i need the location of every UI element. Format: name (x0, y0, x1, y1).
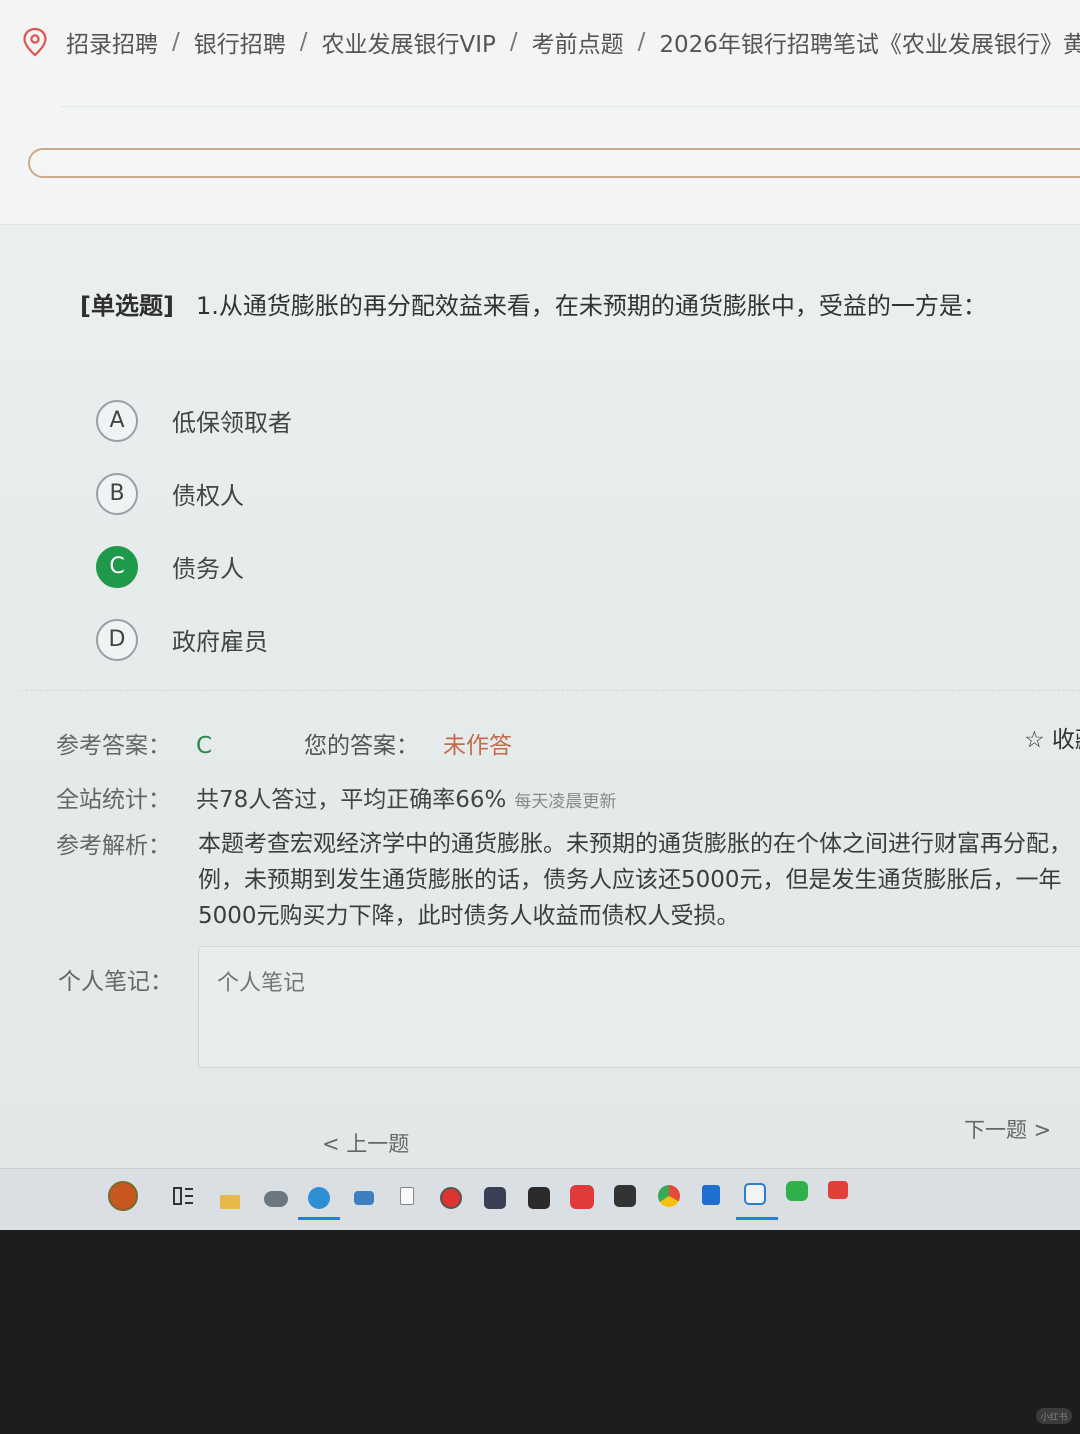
mail-icon[interactable] (354, 1191, 374, 1205)
taskbar (0, 1168, 1080, 1230)
stats-text: 共78人答过，平均正确率66% (196, 787, 507, 813)
option-d[interactable]: D 政府雇员 (96, 603, 292, 676)
question-text: 1.从通货膨胀的再分配效益来看，在未预期的通货膨胀中，受益的一方是： (195, 292, 987, 320)
section-divider (20, 690, 1080, 691)
option-letter: B (96, 472, 138, 515)
netease-music-icon[interactable] (570, 1185, 594, 1209)
option-b[interactable]: B 债权人 (96, 457, 292, 530)
answer-row: 参考答案： C 您的答案： 未作答 (56, 726, 512, 760)
watermark-logo: 小红书 (1036, 1408, 1072, 1424)
cloud-app-icon[interactable] (264, 1191, 288, 1207)
reference-answer-value: C (196, 733, 213, 759)
breadcrumb-separator: / (509, 29, 518, 55)
stats-label: 全站统计： (56, 787, 171, 813)
option-c[interactable]: C 债务人 (96, 530, 292, 603)
breadcrumb-item-current: 2026年银行招聘笔试《农业发展银行》黄金押题 (659, 32, 1080, 58)
breadcrumb: 招录招聘 / 银行招聘 / 农业发展银行VIP / 考前点题 / 2026年银行… (22, 22, 1080, 62)
start-orb-icon[interactable] (108, 1181, 138, 1211)
progress-bar (28, 148, 1080, 178)
wechat-icon[interactable] (786, 1181, 808, 1201)
task-view-icon[interactable] (172, 1185, 194, 1207)
breadcrumb-separator: / (172, 29, 180, 55)
header-panel: 招录招聘 / 银行招聘 / 农业发展银行VIP / 考前点题 / 2026年银行… (0, 0, 1080, 225)
breadcrumb-item-adbc-vip[interactable]: 农业发展银行VIP (322, 25, 496, 59)
next-question-button[interactable]: 下一题 > (964, 1114, 1051, 1144)
blue-app-icon[interactable] (702, 1185, 720, 1205)
breadcrumb-item-exam-points[interactable]: 考前点题 (532, 25, 624, 59)
option-letter: A (96, 399, 138, 442)
options-list: A 低保领取者 B 债权人 C 债务人 D 政府雇员 (96, 384, 292, 676)
app-s-icon[interactable] (528, 1187, 550, 1209)
active-indicator (298, 1217, 340, 1220)
chrome-icon[interactable] (658, 1185, 680, 1207)
notepad-icon[interactable] (400, 1187, 414, 1205)
question-type-label: [单选题] (80, 292, 174, 320)
record-icon[interactable] (440, 1187, 462, 1209)
edge-icon[interactable] (308, 1187, 330, 1209)
breadcrumb-separator: / (637, 29, 646, 55)
analysis-text: 本题考查宏观经济学中的通货膨胀。未预期的通货膨胀的在个体之间进行财富再分配，例，… (198, 831, 1072, 929)
option-text: 政府雇员 (172, 628, 268, 656)
stats-row: 全站统计： 共78人答过，平均正确率66% 每天凌晨更新 (56, 780, 616, 814)
header-divider (60, 106, 1080, 107)
breadcrumb-item-bank[interactable]: 银行招聘 (194, 25, 286, 59)
your-answer-label: 您的答案： (304, 733, 419, 759)
qq-icon[interactable] (614, 1185, 636, 1207)
wps-icon[interactable] (828, 1181, 848, 1199)
option-text: 低保领取者 (172, 409, 292, 437)
personal-notes-input[interactable] (198, 946, 1080, 1068)
screenshot-app-icon[interactable] (744, 1183, 766, 1205)
stats-note: 每天凌晨更新 (514, 792, 617, 812)
analysis-label: 参考解析： (56, 833, 171, 859)
notes-label: 个人笔记： (58, 969, 173, 995)
option-text: 债权人 (172, 482, 244, 510)
option-a[interactable]: A 低保领取者 (96, 384, 292, 457)
question-stem: [单选题] 1.从通货膨胀的再分配效益来看，在未预期的通货膨胀中，受益的一方是： (80, 286, 987, 321)
browser-screen: 招录招聘 / 银行招聘 / 农业发展银行VIP / 考前点题 / 2026年银行… (0, 0, 1080, 1230)
location-pin-icon (23, 27, 47, 57)
favorite-button[interactable]: ☆ 收藏 (1024, 720, 1080, 754)
option-letter: D (96, 618, 138, 661)
your-answer-value: 未作答 (443, 733, 512, 759)
breadcrumb-item-recruitment[interactable]: 招录招聘 (66, 25, 158, 59)
breadcrumb-separator: / (299, 29, 308, 55)
app-g-icon[interactable] (484, 1187, 506, 1209)
prev-question-button[interactable]: < 上一题 (322, 1128, 409, 1158)
option-text: 债务人 (172, 555, 244, 583)
file-explorer-icon[interactable] (220, 1195, 240, 1209)
reference-answer-label: 参考答案： (56, 733, 171, 759)
option-letter-correct: C (96, 545, 138, 588)
active-indicator (736, 1217, 778, 1220)
